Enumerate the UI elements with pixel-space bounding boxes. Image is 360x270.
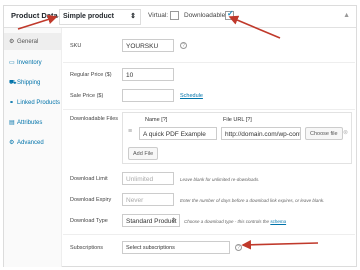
annotation-arrows bbox=[17, 14, 319, 250]
arrow-to-downloadable bbox=[228, 15, 281, 39]
arrow-to-subscriptions bbox=[241, 239, 319, 250]
arrow-to-product-type bbox=[17, 14, 58, 30]
